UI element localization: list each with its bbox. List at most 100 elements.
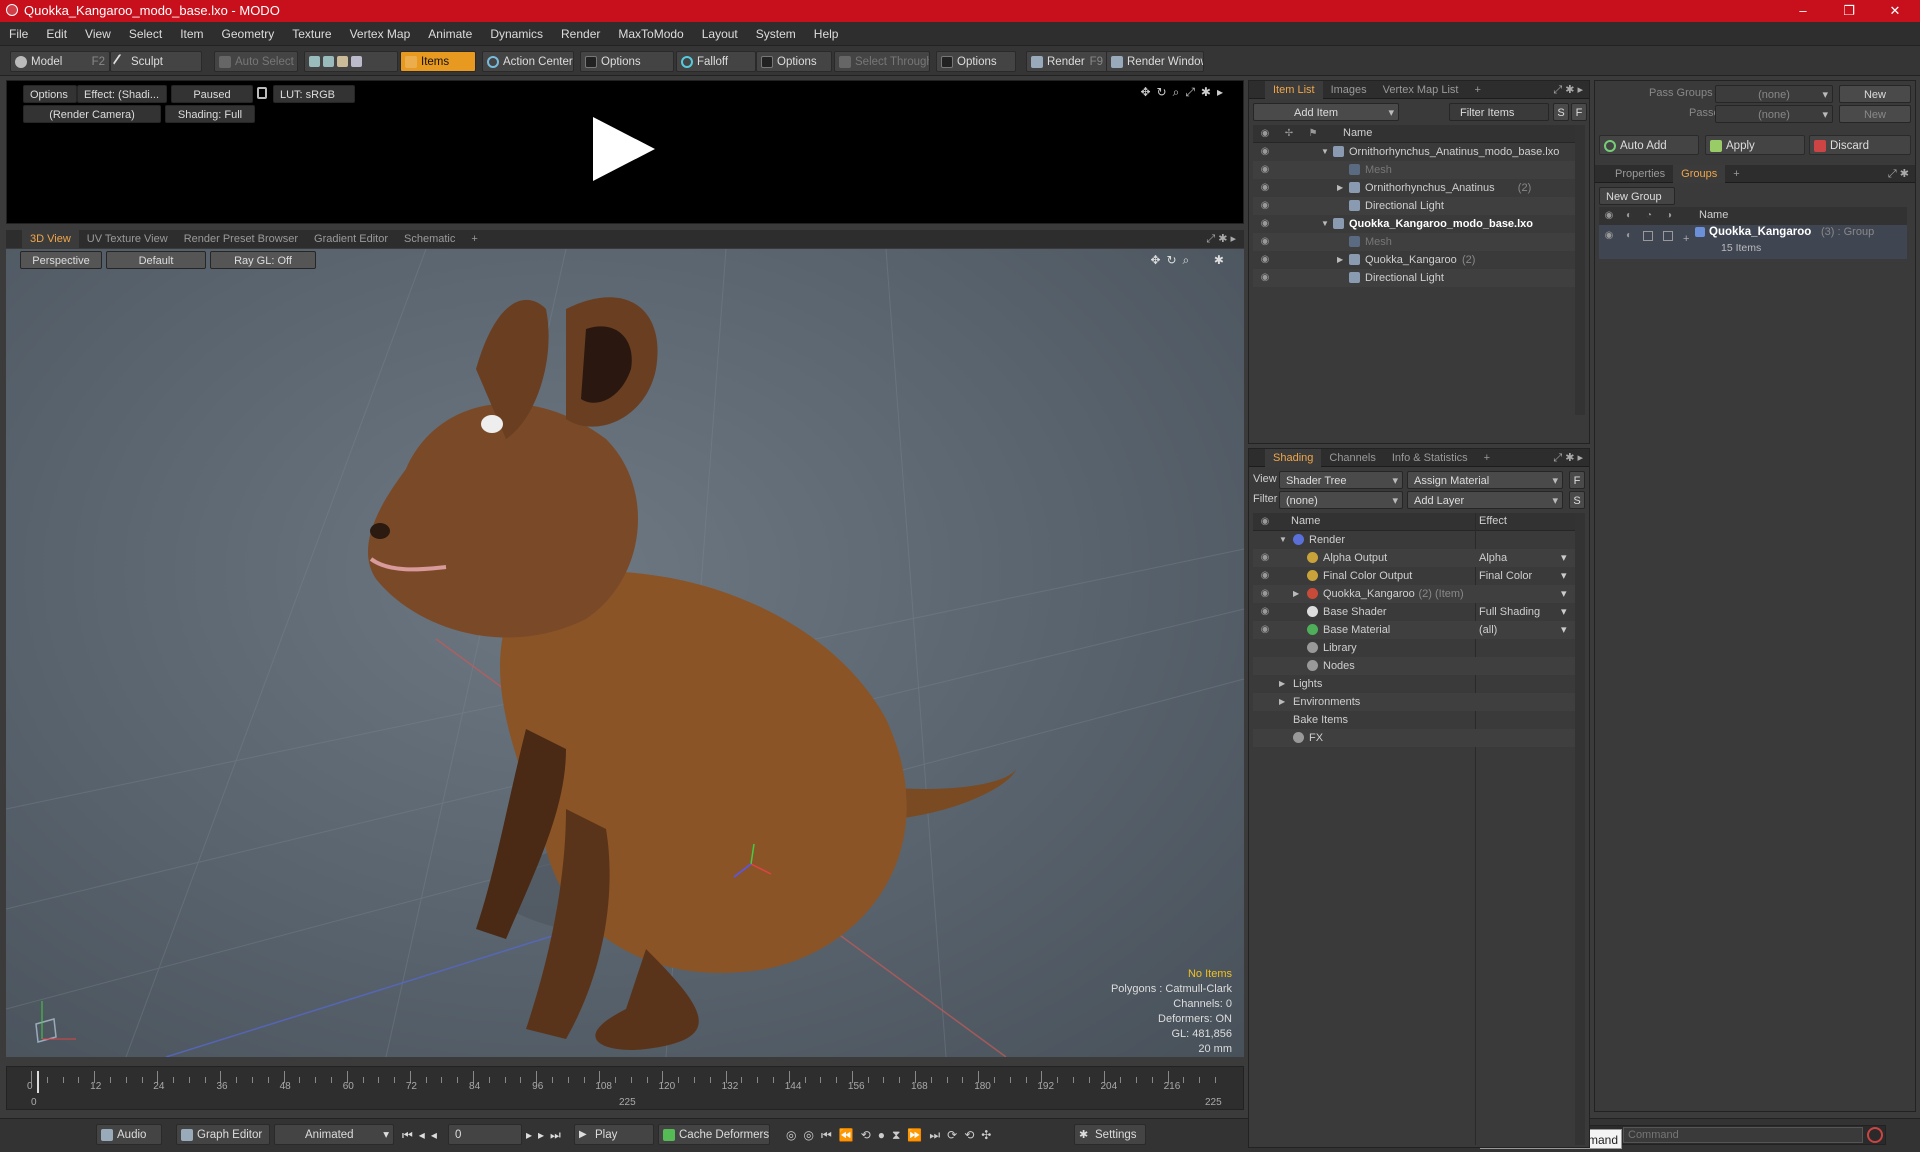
command-input[interactable] [1623, 1127, 1863, 1143]
sculpt-mode-button[interactable]: Sculpt [110, 51, 202, 72]
viewport-tab-settings-icon[interactable]: ⤢ ✱ ▸ [1206, 232, 1236, 246]
auto-select-button[interactable]: Auto Select [214, 51, 298, 72]
groups-tab-properties[interactable]: Properties [1607, 165, 1673, 183]
menu-view[interactable]: View [76, 22, 120, 46]
shader-row[interactable]: Bake Items [1253, 711, 1575, 729]
menu-system[interactable]: System [747, 22, 805, 46]
menu-vertex-map[interactable]: Vertex Map [341, 22, 420, 46]
falloff-options-button[interactable]: Options [756, 51, 832, 72]
settings-button[interactable]: ✱ Settings [1074, 1124, 1146, 1145]
menu-render[interactable]: Render [552, 22, 609, 46]
view-dropdown[interactable]: Shader Tree [1279, 471, 1403, 489]
timeline[interactable]: 0 12 24 36 48 60 72 84 96 108 120 132 144 156 168 180 19… [6, 1066, 1244, 1110]
render-window-button[interactable]: Render Window [1106, 51, 1204, 72]
select-through-options-button[interactable]: Options [936, 51, 1016, 72]
shader-row[interactable]: ▼ Render [1253, 531, 1575, 549]
preview-nav-icons[interactable]: ✥↻⌕⤢✱▸ [1140, 85, 1229, 100]
collapse-arrow-icon[interactable]: ▼ [1321, 215, 1329, 233]
eye-icon[interactable]: ◉ [1259, 607, 1271, 617]
eye-icon[interactable]: ◉ [1259, 165, 1271, 175]
filter-f-button[interactable]: F [1571, 103, 1587, 121]
menu-geometry[interactable]: Geometry [213, 22, 284, 46]
menu-help[interactable]: Help [805, 22, 848, 46]
shading-dropdown[interactable]: Shading: Full [165, 105, 255, 123]
expand-icon[interactable]: + [1683, 233, 1689, 245]
passes-dropdown[interactable]: (none) [1715, 105, 1833, 123]
shader-row[interactable]: FX [1253, 729, 1575, 747]
new-pass-group-button[interactable]: New [1839, 85, 1911, 103]
3d-viewport[interactable]: Perspective Default Ray GL: Off ✥↻⌕ ✱ No… [6, 249, 1244, 1057]
viewport-tab-uv-texture-view[interactable]: UV Texture View [79, 230, 176, 248]
new-pass-button[interactable]: New [1839, 105, 1911, 123]
expand-arrow-icon[interactable]: ▶ [1279, 693, 1285, 711]
shader-row[interactable]: Nodes [1253, 657, 1575, 675]
timeline-playhead[interactable] [37, 1071, 39, 1093]
eye-icon[interactable]: ◉ [1259, 625, 1271, 635]
effect-dropdown-icon[interactable]: ▾ [1561, 621, 1567, 639]
groups-tab-groups[interactable]: Groups [1673, 165, 1726, 183]
item-list-tab-item-list[interactable]: Item List [1265, 81, 1323, 99]
item-row[interactable]: ◉ Directional Light [1253, 269, 1575, 287]
render-button[interactable]: Render F9 [1026, 51, 1108, 72]
eye-icon[interactable]: ◉ [1259, 147, 1271, 157]
vertex-mode-icon[interactable] [309, 56, 320, 67]
menu-edit[interactable]: Edit [37, 22, 76, 46]
item-row[interactable]: ◉ Directional Light [1253, 197, 1575, 215]
restore-button[interactable]: ❐ [1826, 0, 1872, 22]
shading-filter-dropdown[interactable]: (none) [1279, 491, 1403, 509]
discard-button[interactable]: Discard [1809, 135, 1911, 155]
shader-row[interactable]: ▶ Environments [1253, 693, 1575, 711]
shader-effect[interactable]: Alpha [1479, 549, 1507, 567]
add-item-dropdown[interactable]: Add Item [1253, 103, 1399, 121]
item-list-scrollbar[interactable] [1575, 125, 1585, 415]
shading-tab-channels[interactable]: Channels [1321, 449, 1383, 467]
lock-checkbox[interactable] [1643, 231, 1653, 241]
item-list-tab-vertex-map-list[interactable]: Vertex Map List [1375, 81, 1467, 99]
preview-effect-dropdown[interactable]: Effect: (Shadi... [77, 85, 167, 103]
eye-icon[interactable]: ◉ [1259, 553, 1271, 563]
menu-file[interactable]: File [0, 22, 37, 46]
model-mode-button[interactable]: Model F2 [10, 51, 110, 72]
action-center-options-button[interactable]: Options [580, 51, 674, 72]
shading-tab-shading[interactable]: Shading [1265, 449, 1322, 467]
add-layer-dropdown[interactable]: Add Layer [1407, 491, 1563, 509]
shader-row[interactable]: ◉ Base Material (all) ▾ [1253, 621, 1575, 639]
eye-icon[interactable]: ◉ [1259, 273, 1271, 283]
viewport-nav-icons[interactable]: ✥↻⌕ ✱ [1150, 253, 1230, 268]
eye-icon[interactable]: ◉ [1259, 237, 1271, 247]
falloff-button[interactable]: Falloff [676, 51, 756, 72]
item-row[interactable]: ◉ ▶ Ornithorhynchus_Anatinus (2) [1253, 179, 1575, 197]
effect-dropdown-icon[interactable]: ▾ [1561, 549, 1567, 567]
shading-scrollbar[interactable] [1575, 513, 1585, 1145]
shader-row[interactable]: ◉ ▶ Quokka_Kangaroo (2) (Item) ▾ [1253, 585, 1575, 603]
eye-icon[interactable]: ◉ [1603, 231, 1615, 241]
animated-dropdown[interactable]: Animated ▾ [274, 1124, 394, 1145]
collapse-arrow-icon[interactable]: ▼ [1321, 143, 1329, 161]
groups-tab-add[interactable]: + [1725, 165, 1747, 183]
lut-dropdown[interactable]: LUT: sRGB [273, 85, 355, 103]
render-toggle-icon[interactable]: ◐ [1623, 231, 1635, 241]
command-record-icon[interactable] [1867, 1127, 1883, 1143]
item-row[interactable]: ◉ ▼ Quokka_Kangaroo_modo_base.lxo [1253, 215, 1575, 233]
audio-button[interactable]: Audio [96, 1124, 162, 1145]
item-list-tab-add[interactable]: + [1466, 81, 1488, 99]
shader-effect[interactable]: (all) [1479, 621, 1497, 639]
shader-row[interactable]: ◉ Alpha Output Alpha ▾ [1253, 549, 1575, 567]
eye-icon[interactable]: ◉ [1259, 219, 1271, 229]
items-mode-button[interactable]: Items [400, 51, 476, 72]
shading-f-button[interactable]: F [1569, 471, 1585, 489]
effect-dropdown-icon[interactable]: ▾ [1561, 567, 1567, 585]
eye-icon[interactable]: ◉ [1259, 183, 1271, 193]
expand-arrow-icon[interactable]: ▶ [1337, 179, 1343, 197]
shading-settings-icon[interactable]: ⤢ ✱ ▸ [1553, 451, 1583, 465]
viewport-tab-schematic[interactable]: Schematic [396, 230, 463, 248]
collapse-arrow-icon[interactable]: ▼ [1279, 531, 1287, 549]
auto-add-button[interactable]: Auto Add [1599, 135, 1699, 155]
frame-input[interactable]: 0 [448, 1124, 522, 1145]
edge-mode-icon[interactable] [323, 56, 334, 67]
play-button[interactable]: ▶ Play [574, 1124, 654, 1145]
shader-effect[interactable]: Final Color [1479, 567, 1532, 585]
cache-deformers-button[interactable]: Cache Deformers [658, 1124, 770, 1145]
eye-icon[interactable]: ◉ [1259, 255, 1271, 265]
filter-items-input[interactable]: Filter Items [1449, 103, 1549, 121]
